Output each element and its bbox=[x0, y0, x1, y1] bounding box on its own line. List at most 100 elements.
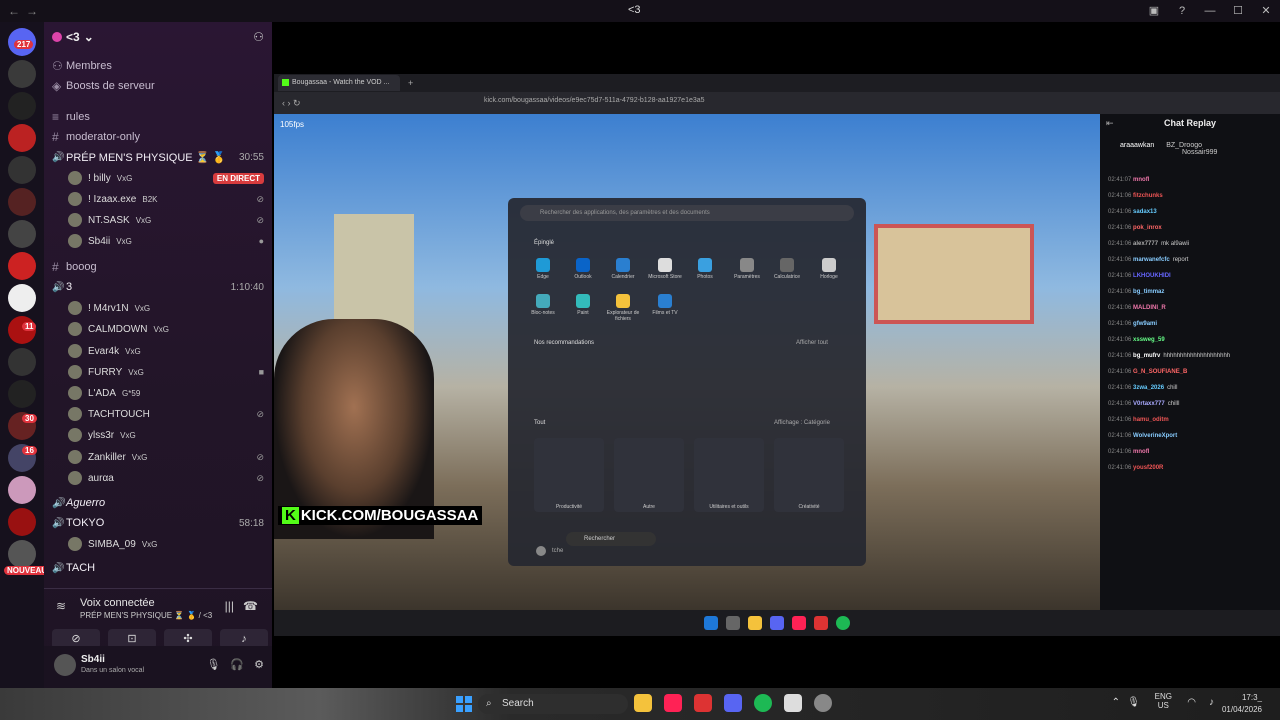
noise-icon[interactable]: ||| bbox=[225, 599, 234, 613]
message-time: 02:41:06 bbox=[1108, 193, 1132, 199]
windows-start-button[interactable] bbox=[456, 696, 472, 712]
volume-icon[interactable]: ♪ bbox=[1209, 697, 1214, 708]
app-icon[interactable] bbox=[784, 694, 802, 712]
microphone-icon[interactable]: 🎙 bbox=[206, 658, 220, 671]
voice-member[interactable]: SIMBA_09 VxG bbox=[68, 535, 264, 553]
message-author[interactable]: bg_timmaz bbox=[1133, 289, 1164, 295]
message-text: report bbox=[1172, 257, 1189, 263]
inbox-icon[interactable]: ▣ bbox=[1140, 0, 1168, 22]
server-icon[interactable] bbox=[8, 92, 36, 120]
voice-channel-tokyo[interactable]: 🔊 TOKYO 58:18 bbox=[52, 514, 264, 532]
voice-member[interactable]: ylss3r VxG bbox=[68, 426, 264, 444]
brave-icon[interactable] bbox=[664, 694, 682, 712]
wifi-icon[interactable]: ◠ bbox=[1187, 697, 1196, 708]
building bbox=[334, 214, 414, 334]
spotify-icon[interactable] bbox=[754, 694, 772, 712]
message-author[interactable]: hamu_oditm bbox=[1133, 417, 1169, 423]
voice-member[interactable]: L'ADA G*59 bbox=[68, 384, 264, 402]
channel-booog[interactable]: # booog bbox=[52, 258, 264, 276]
file-explorer-icon[interactable] bbox=[634, 694, 652, 712]
message-author[interactable]: gfw9ami bbox=[1133, 321, 1157, 327]
voice-status-channel[interactable]: PRÉP MEN'S PHYSIQUE ⏳ 🥇 / <3 bbox=[80, 611, 212, 620]
new-tab-icon[interactable]: + bbox=[408, 78, 413, 88]
chat-replay-panel: ⇤ Chat Replay araaawkan BZ_Droogo Nossai… bbox=[1100, 114, 1280, 610]
maximize-button[interactable]: ☐ bbox=[1224, 0, 1252, 22]
server-icon[interactable] bbox=[8, 348, 36, 376]
message-author[interactable]: alex7777 bbox=[1133, 241, 1158, 247]
message-author[interactable]: xssweg_59 bbox=[1133, 337, 1165, 343]
message-author[interactable]: fitzchunks bbox=[1133, 193, 1163, 199]
headphones-icon[interactable]: 🎧 bbox=[230, 658, 244, 671]
message-author[interactable]: bg_mufrv bbox=[1133, 353, 1160, 359]
message-author[interactable]: mnofl bbox=[1133, 177, 1149, 183]
message-author[interactable]: sadax13 bbox=[1133, 209, 1157, 215]
voice-channel-prep[interactable]: 🔊 PRÉP MEN'S PHYSIQUE ⏳ 🥇 30:55 bbox=[52, 148, 264, 166]
close-button[interactable]: ✕ bbox=[1252, 0, 1280, 22]
voice-member[interactable]: FURRY VxG ■ bbox=[68, 363, 264, 381]
server-icon[interactable] bbox=[8, 220, 36, 248]
boosts-link[interactable]: ◈ Boosts de serveur bbox=[52, 77, 264, 95]
server-icon[interactable] bbox=[8, 380, 36, 408]
gear-icon[interactable]: ⚙ bbox=[254, 658, 264, 671]
minimize-button[interactable]: — bbox=[1196, 0, 1224, 22]
clock[interactable]: 17:3_ 01/04/2026 bbox=[1222, 692, 1262, 716]
back-forward-icon[interactable]: ←→ bbox=[8, 4, 44, 18]
voice-member[interactable]: ! Izaax.exe B2K ⊘ bbox=[68, 190, 264, 208]
server-icon[interactable] bbox=[8, 508, 36, 536]
server-icon[interactable] bbox=[8, 124, 36, 152]
voice-channel-aguerro[interactable]: 🔊 Aguerro bbox=[52, 494, 264, 512]
voice-member[interactable]: Sb4ii VxG ● bbox=[68, 232, 264, 250]
server-icon[interactable] bbox=[8, 188, 36, 216]
server-icon[interactable] bbox=[8, 60, 36, 88]
address-bar[interactable]: kick.com/bougassaa/videos/e9ec75d7-511a-… bbox=[484, 97, 705, 104]
message-author[interactable]: marwanefcfc bbox=[1133, 257, 1170, 263]
message-author[interactable]: V0rtaxx777 bbox=[1133, 401, 1165, 407]
channel-rules[interactable]: ≡ rules bbox=[52, 108, 264, 126]
voice-member[interactable]: Evar4k VxG bbox=[68, 342, 264, 360]
message-author[interactable]: yousf200R bbox=[1133, 465, 1163, 471]
avatar[interactable] bbox=[54, 654, 76, 676]
browser-back-icon[interactable]: ‹ › ↻ bbox=[282, 98, 301, 109]
app-icon[interactable] bbox=[694, 694, 712, 712]
category-label: Autre bbox=[643, 504, 655, 510]
server-header[interactable]: <3 ⌄ bbox=[52, 30, 94, 44]
members-icon: ⚇ bbox=[52, 59, 63, 73]
voice-channel-tach[interactable]: 🔊 TACH bbox=[52, 559, 264, 577]
voice-member[interactable]: Zankiller VxG ⊘ bbox=[68, 448, 264, 466]
disconnect-icon[interactable]: ☎ bbox=[243, 599, 258, 613]
server-icon[interactable] bbox=[8, 476, 36, 504]
browser-bottom-bar bbox=[274, 610, 1280, 636]
message-author[interactable]: G_N_SOUFIANE_B bbox=[1133, 369, 1187, 375]
message-author[interactable]: MALDINI_R bbox=[1133, 305, 1166, 311]
members-link[interactable]: ⚇ Membres bbox=[52, 57, 264, 75]
message-author[interactable]: mnofl bbox=[1133, 449, 1149, 455]
voice-member[interactable]: ! billy VxG EN DIRECT bbox=[68, 169, 264, 187]
server-icon[interactable] bbox=[8, 284, 36, 312]
help-icon[interactable]: ? bbox=[1168, 0, 1196, 22]
app-icon[interactable] bbox=[814, 694, 832, 712]
channel-moderator-only[interactable]: # moderator-only bbox=[52, 128, 264, 146]
browser-tab[interactable]: Bougassaa - Watch the VOD ... bbox=[278, 75, 400, 91]
chat-message: 02:41:06 yousf200R bbox=[1108, 464, 1274, 472]
server-icon[interactable] bbox=[8, 540, 36, 568]
video-player[interactable]: 105fps Rechercher des applications, des … bbox=[274, 114, 1100, 610]
category-label: Utilitaires et outils bbox=[709, 504, 749, 510]
message-author[interactable]: LKHOUKHIDI bbox=[1133, 273, 1171, 279]
message-author[interactable]: WolverineXport bbox=[1133, 433, 1177, 439]
discord-icon[interactable] bbox=[724, 694, 742, 712]
voice-member[interactable]: TACHTOUCH ⊘ bbox=[68, 405, 264, 423]
message-author[interactable]: 3zwa_2026 bbox=[1133, 385, 1164, 391]
tray-overflow-icon[interactable]: ⌃ bbox=[1112, 697, 1120, 708]
voice-member[interactable]: ! M4rv1N VxG bbox=[68, 299, 264, 317]
voice-member[interactable]: NT.SASK VxG ⊘ bbox=[68, 211, 264, 229]
language-indicator[interactable]: ENG US bbox=[1155, 692, 1172, 710]
voice-member[interactable]: CALMDOWN VxG bbox=[68, 320, 264, 338]
server-icon[interactable] bbox=[8, 156, 36, 184]
taskbar-search[interactable]: ⌕ Search bbox=[478, 694, 628, 714]
voice-member[interactable]: aurαa ⊘ bbox=[68, 469, 264, 487]
server-icon[interactable] bbox=[8, 252, 36, 280]
message-author[interactable]: pok_inrox bbox=[1133, 225, 1162, 231]
add-member-icon[interactable]: ⚇ bbox=[253, 30, 264, 44]
voice-channel-3[interactable]: 🔊 3 1:10:40 bbox=[52, 278, 264, 296]
microphone-icon[interactable]: 🎙 bbox=[1127, 697, 1140, 708]
